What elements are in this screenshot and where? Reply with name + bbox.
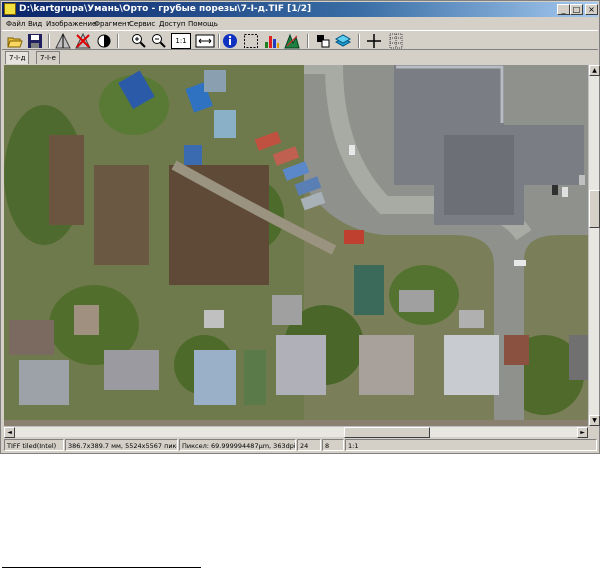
fit-window-icon[interactable] xyxy=(195,33,215,49)
document-tabs: 7-I-д 7-I-е xyxy=(2,50,598,64)
vertical-scroll-thumb[interactable] xyxy=(589,190,600,228)
toolbar: 1:1 xyxy=(2,30,598,50)
menu-access[interactable]: Доступ xyxy=(159,18,185,30)
maximize-button[interactable]: □ xyxy=(570,4,583,15)
histogram-icon[interactable] xyxy=(264,33,280,49)
menu-bar: Файл Вид Изображение Фрагмент Сервис Дос… xyxy=(2,18,598,30)
footnote-divider xyxy=(2,567,201,568)
save-icon[interactable] xyxy=(27,33,43,49)
vertical-scrollbar[interactable]: ▲ ▼ xyxy=(588,65,600,426)
zoom-out-icon[interactable] xyxy=(151,33,167,49)
minimize-button[interactable]: _ xyxy=(557,4,570,15)
image-viewport[interactable] xyxy=(4,65,588,426)
toolbar-separator xyxy=(307,34,309,48)
status-size: 386.7x389.7 мм, 5524x5567 пикс xyxy=(65,439,178,451)
window-title: D:\kartgrupa\Умань\Орто - грубые порезы\… xyxy=(19,4,312,14)
status-pixel: Пиксел: 69.999994487µm, 363dpi xyxy=(179,439,296,451)
levels-icon[interactable] xyxy=(284,33,300,49)
scroll-down-button[interactable]: ▼ xyxy=(589,415,600,426)
app-icon xyxy=(4,3,16,15)
status-bar: TIFF tiled(Intel) 386.7x389.7 мм, 5524x5… xyxy=(2,438,598,452)
menu-service[interactable]: Сервис xyxy=(129,18,155,30)
flip-icon[interactable] xyxy=(55,33,71,49)
menu-help[interactable]: Помощь xyxy=(188,18,218,30)
close-button[interactable]: × xyxy=(585,4,598,15)
crosshair-icon[interactable] xyxy=(366,33,382,49)
title-bar[interactable]: D:\kartgrupa\Умань\Орто - грубые порезы\… xyxy=(2,2,598,17)
menu-view[interactable]: Вид xyxy=(28,18,42,30)
aerial-photo xyxy=(4,65,588,426)
layers-icon[interactable] xyxy=(335,33,351,49)
toolbar-separator xyxy=(218,34,220,48)
toolbar-separator xyxy=(48,34,50,48)
tab-7-i-d[interactable]: 7-I-д xyxy=(5,51,30,64)
info-icon[interactable] xyxy=(222,33,238,49)
menu-image[interactable]: Изображение xyxy=(46,18,96,30)
invert-icon[interactable] xyxy=(315,33,331,49)
toolbar-separator xyxy=(358,34,360,48)
scroll-left-button[interactable]: ◄ xyxy=(4,427,15,438)
tab-7-i-e[interactable]: 7-I-е xyxy=(36,51,60,64)
horizontal-scrollbar[interactable]: ◄ ► xyxy=(4,426,588,438)
status-bits: 24 xyxy=(297,439,321,451)
contrast-icon[interactable] xyxy=(96,33,112,49)
actual-size-button[interactable]: 1:1 xyxy=(171,33,191,49)
grid-icon[interactable] xyxy=(388,33,404,49)
status-channels: 8 xyxy=(322,439,344,451)
open-icon[interactable] xyxy=(7,33,23,49)
no-flip-icon[interactable] xyxy=(75,33,91,49)
app-window: D:\kartgrupa\Умань\Орто - грубые порезы\… xyxy=(0,0,600,454)
status-zoom: 1:1 xyxy=(345,439,597,451)
select-icon[interactable] xyxy=(243,33,259,49)
status-format: TIFF tiled(Intel) xyxy=(4,439,64,451)
scroll-right-button[interactable]: ► xyxy=(577,427,588,438)
horizontal-scroll-thumb[interactable] xyxy=(344,427,430,438)
toolbar-separator xyxy=(117,34,119,48)
menu-file[interactable]: Файл xyxy=(6,18,25,30)
scroll-up-button[interactable]: ▲ xyxy=(589,65,600,76)
zoom-in-icon[interactable] xyxy=(131,33,147,49)
menu-fragment[interactable]: Фрагмент xyxy=(94,18,131,30)
